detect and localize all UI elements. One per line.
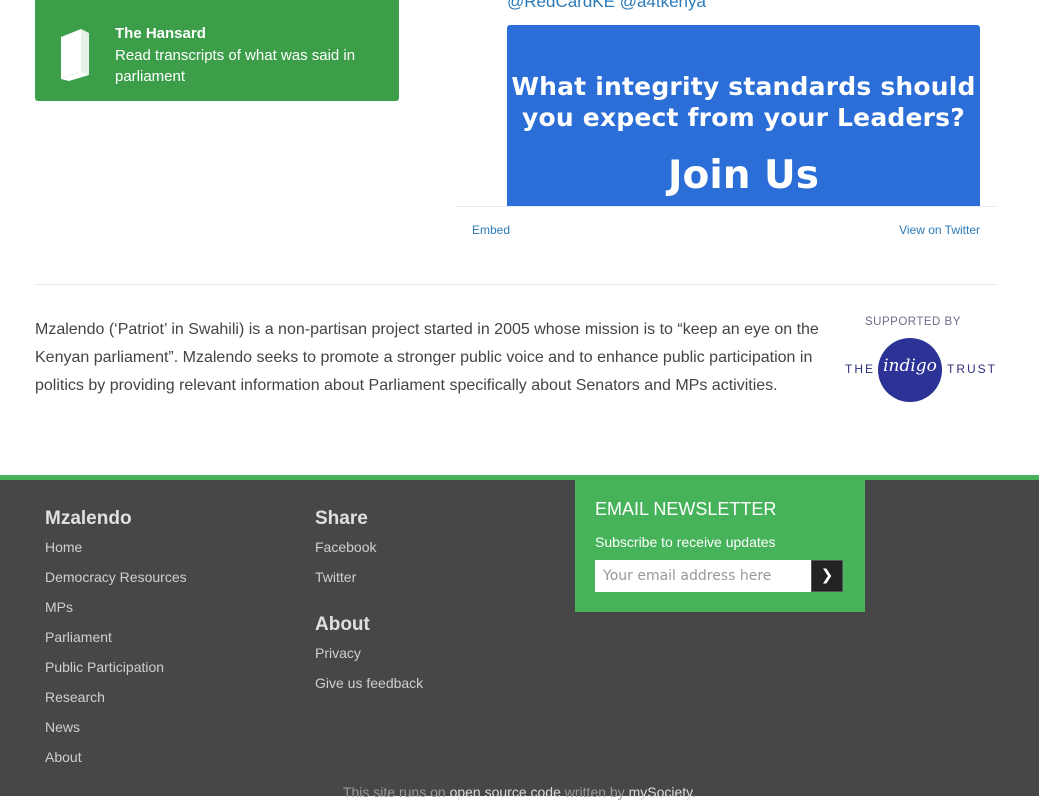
mysociety-link[interactable]: mySociety: [629, 784, 693, 800]
footer-link-twitter[interactable]: Twitter: [315, 562, 423, 592]
newsletter-box: EMAIL NEWSLETTER Subscribe to receive up…: [575, 478, 865, 612]
tweet-image[interactable]: What integrity standards should you expe…: [507, 25, 980, 206]
divider: [35, 284, 996, 285]
footer-link-research[interactable]: Research: [45, 682, 187, 712]
footer-nav: Mzalendo Home Democracy Resources MPs Pa…: [45, 508, 187, 772]
footer-link-public-participation[interactable]: Public Participation: [45, 652, 187, 682]
chevron-right-icon: ❯: [820, 567, 834, 584]
footer: Mzalendo Home Democracy Resources MPs Pa…: [0, 475, 1039, 800]
tweet-handles[interactable]: @RedCardKE @a4tkenya: [507, 0, 706, 12]
view-on-twitter-link[interactable]: View on Twitter: [899, 223, 980, 237]
credits-prefix: This site runs on: [342, 784, 450, 800]
newsletter-submit-button[interactable]: ❯: [811, 560, 843, 592]
tweet-divider: [456, 206, 996, 207]
footer-link-about[interactable]: About: [45, 742, 187, 772]
book-icon: [61, 29, 89, 81]
open-source-code-link[interactable]: open source code: [450, 784, 561, 800]
footer-heading-mzalendo: Mzalendo: [45, 508, 132, 529]
logo-trust: TRUST: [947, 362, 997, 376]
footer-credits: This site runs on open source code writt…: [0, 784, 1039, 800]
logo-indigo: indigo: [883, 356, 937, 376]
hansard-title[interactable]: The Hansard: [115, 25, 206, 42]
footer-link-privacy[interactable]: Privacy: [315, 638, 423, 668]
tweet-image-line1: What integrity standards should: [511, 72, 976, 101]
supported-by-label: SUPPORTED BY: [865, 316, 961, 328]
tweet-image-text: What integrity standards should you expe…: [507, 71, 980, 133]
tweet-image-join: Join Us: [668, 153, 819, 198]
footer-link-feedback[interactable]: Give us feedback: [315, 668, 423, 698]
footer-link-news[interactable]: News: [45, 712, 187, 742]
hansard-description: Read transcripts of what was said in par…: [115, 47, 356, 85]
footer-link-democracy-resources[interactable]: Democracy Resources: [45, 562, 187, 592]
footer-heading-about: About: [315, 614, 370, 635]
indigo-trust-logo[interactable]: SUPPORTED BY THE indigo TRUST: [845, 314, 995, 406]
footer-share: Share Facebook Twitter About Privacy Giv…: [315, 508, 423, 698]
credits-suffix: .: [692, 784, 697, 800]
embed-link[interactable]: Embed: [472, 223, 510, 237]
newsletter-heading: EMAIL NEWSLETTER: [595, 499, 777, 519]
footer-link-mps[interactable]: MPs: [45, 592, 187, 622]
newsletter-email-input[interactable]: [595, 560, 811, 592]
newsletter-subtitle: Subscribe to receive updates: [595, 534, 776, 550]
tweet-image-line2: you expect from your Leaders?: [522, 103, 965, 132]
footer-link-parliament[interactable]: Parliament: [45, 622, 187, 652]
footer-link-home[interactable]: Home: [45, 532, 187, 562]
footer-link-facebook[interactable]: Facebook: [315, 532, 423, 562]
credits-middle: written by: [560, 784, 629, 800]
hansard-card[interactable]: The Hansard Read transcripts of what was…: [35, 0, 399, 101]
footer-heading-share: Share: [315, 508, 368, 529]
logo-the: THE: [845, 362, 875, 376]
about-paragraph: Mzalendo (‘Patriot’ in Swahili) is a non…: [35, 321, 819, 394]
